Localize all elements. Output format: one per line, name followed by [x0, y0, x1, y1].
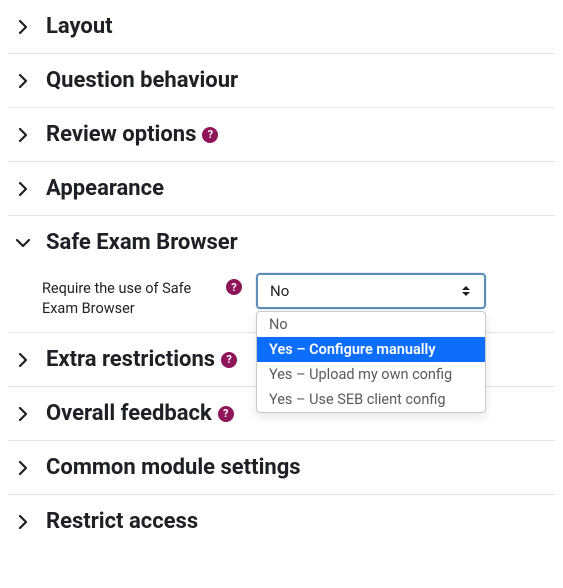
select-sort-icon	[460, 284, 472, 298]
require-seb-select-value: No	[270, 282, 289, 300]
dropdown-option-no[interactable]: No	[257, 312, 485, 337]
section-title-review-options: Review options	[46, 122, 196, 147]
section-toggle-restrict-access[interactable]: Restrict access	[8, 495, 555, 548]
require-seb-select[interactable]: No	[256, 273, 486, 309]
section-title-extra-restrictions: Extra restrictions	[46, 347, 215, 372]
help-icon[interactable]: ?	[221, 352, 237, 368]
section-title-common-module-settings: Common module settings	[46, 455, 301, 480]
chevron-down-icon	[14, 234, 32, 252]
section-toggle-review-options[interactable]: Review options ?	[8, 108, 555, 161]
require-seb-dropdown: No Yes – Configure manually Yes – Upload…	[256, 311, 486, 413]
section-title-overall-feedback: Overall feedback	[46, 401, 212, 426]
chevron-right-icon	[14, 72, 32, 90]
section-toggle-question-behaviour[interactable]: Question behaviour	[8, 54, 555, 107]
section-title-layout: Layout	[46, 14, 113, 39]
chevron-right-icon	[14, 513, 32, 531]
section-title-safe-exam-browser: Safe Exam Browser	[46, 230, 238, 255]
field-label-require-seb: Require the use of Safe Exam Browser	[42, 279, 212, 318]
help-icon[interactable]: ?	[226, 279, 242, 295]
section-title-question-behaviour: Question behaviour	[46, 68, 238, 93]
chevron-right-icon	[14, 405, 32, 423]
help-icon[interactable]: ?	[202, 127, 218, 143]
chevron-right-icon	[14, 351, 32, 369]
section-toggle-common-module-settings[interactable]: Common module settings	[8, 441, 555, 494]
section-title-restrict-access: Restrict access	[46, 509, 198, 534]
dropdown-option-upload-own-config[interactable]: Yes – Upload my own config	[257, 362, 485, 387]
chevron-right-icon	[14, 180, 32, 198]
section-title-appearance: Appearance	[46, 176, 164, 201]
help-icon[interactable]: ?	[218, 406, 234, 422]
section-toggle-layout[interactable]: Layout	[8, 0, 555, 53]
section-toggle-safe-exam-browser[interactable]: Safe Exam Browser	[8, 216, 555, 269]
chevron-right-icon	[14, 459, 32, 477]
dropdown-option-configure-manually[interactable]: Yes – Configure manually	[257, 337, 485, 362]
dropdown-option-seb-client-config[interactable]: Yes – Use SEB client config	[257, 387, 485, 412]
chevron-right-icon	[14, 18, 32, 36]
section-toggle-appearance[interactable]: Appearance	[8, 162, 555, 215]
chevron-right-icon	[14, 126, 32, 144]
